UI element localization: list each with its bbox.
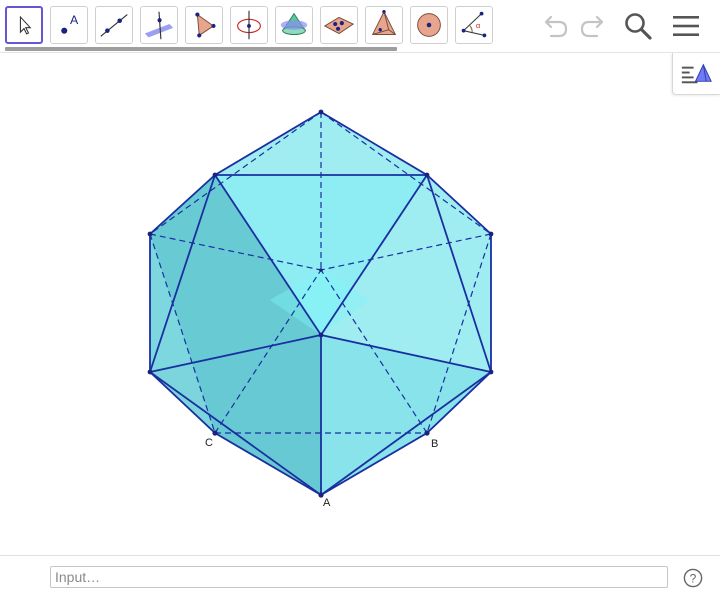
angle-tool-button[interactable]: α — [455, 6, 493, 44]
algebra-input[interactable] — [50, 566, 668, 588]
circle-axis-tool-icon — [237, 10, 261, 40]
toolbar-scrollbar[interactable] — [5, 47, 397, 51]
point-b[interactable] — [424, 430, 430, 436]
angle-tool-icon: α — [461, 11, 487, 38]
point-b-label: B — [431, 438, 438, 450]
move-tool-icon — [19, 15, 32, 35]
point-label-glyph: A — [70, 13, 79, 27]
redo-icon — [580, 15, 604, 38]
search-button[interactable] — [620, 8, 656, 44]
net-tool-button[interactable] — [320, 6, 358, 44]
graphics-view-3d[interactable]: A B C — [0, 53, 720, 555]
help-glyph: ? — [690, 572, 697, 586]
tetrahedron-tool-button[interactable] — [365, 6, 403, 44]
alpha-glyph: α — [476, 21, 481, 30]
search-icon — [625, 13, 652, 40]
net-tool-icon — [323, 16, 355, 35]
perpendicular-line-tool-button[interactable] — [140, 6, 178, 44]
point-tool-button[interactable]: A — [50, 6, 88, 44]
icosahedron-canvas[interactable]: A B C — [0, 53, 720, 555]
graphics-style-bar-icon — [681, 63, 712, 84]
point-a-label: A — [323, 497, 331, 509]
input-bar: ? — [0, 555, 720, 601]
point-tool-icon: A — [61, 13, 79, 34]
pyramid-tool-icon — [280, 12, 308, 35]
undo-icon — [544, 15, 568, 38]
line-tool-icon — [100, 14, 128, 37]
circle-axis-tool-button[interactable] — [230, 6, 268, 44]
sphere-tool-icon — [417, 13, 441, 37]
menu-icon — [673, 16, 699, 36]
undo-button[interactable] — [537, 8, 573, 44]
polygon-tool-button[interactable] — [185, 6, 223, 44]
redo-button[interactable] — [575, 8, 611, 44]
perpendicular-line-tool-icon — [144, 11, 174, 40]
menu-button[interactable] — [668, 8, 704, 44]
help-button[interactable]: ? — [683, 568, 703, 588]
polygon-tool-icon — [195, 12, 216, 38]
point-c-label: C — [205, 437, 213, 449]
toolbar: A α — [0, 0, 720, 52]
tetrahedron-tool-icon — [371, 10, 397, 35]
pyramid-tool-button[interactable] — [275, 6, 313, 44]
move-tool-button[interactable] — [5, 6, 43, 44]
sphere-tool-button[interactable] — [410, 6, 448, 44]
line-tool-button[interactable] — [95, 6, 133, 44]
style-bar-toggle-button[interactable] — [672, 53, 720, 95]
point-c[interactable] — [212, 430, 218, 436]
